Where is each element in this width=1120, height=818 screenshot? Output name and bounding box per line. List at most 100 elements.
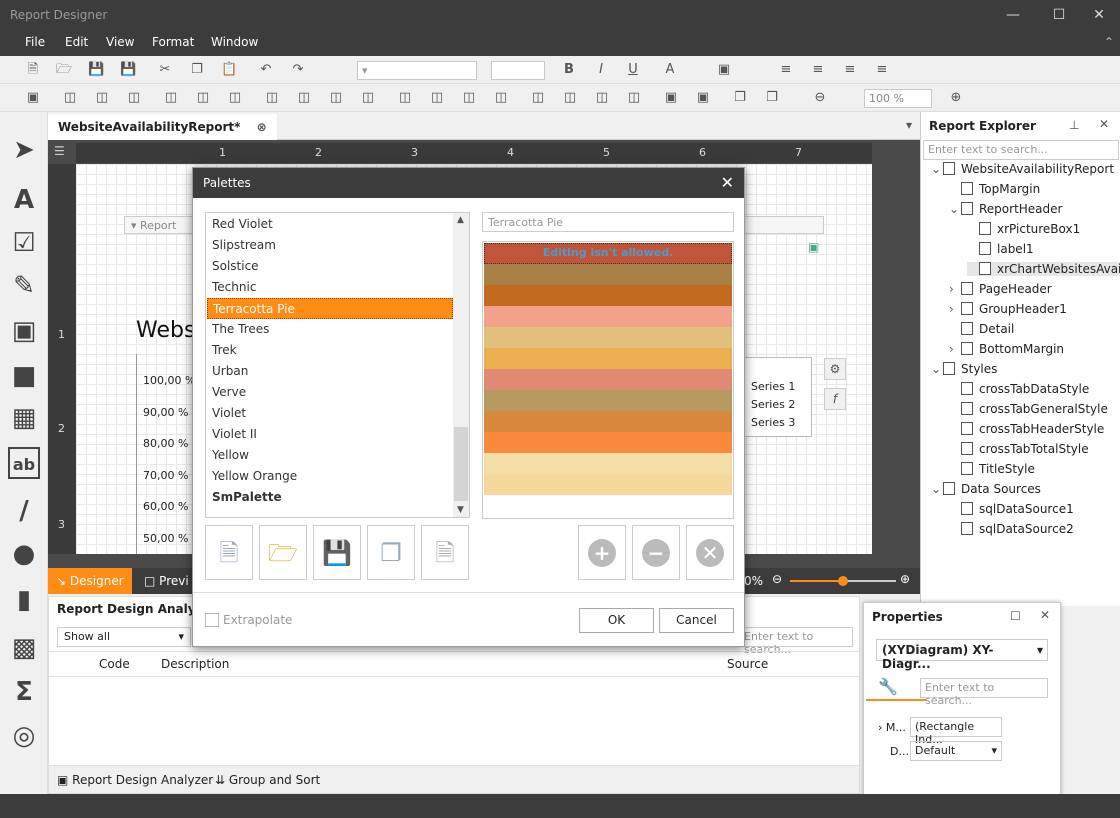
tab-designer[interactable]: ↘ Designer <box>48 568 132 594</box>
save-icon[interactable]: 💾 <box>88 62 104 78</box>
align-bottoms-icon[interactable]: ◫ <box>227 90 243 106</box>
new-icon[interactable]: 🗎 <box>25 62 41 78</box>
component-selector[interactable]: (XYDiagram) XY-Diagr... ▾ <box>876 639 1048 671</box>
send-to-back-icon[interactable]: ❐ <box>764 90 780 106</box>
font-name-combo[interactable]: ▾ <box>357 61 477 80</box>
document-tab[interactable]: WebsiteAvailabilityReport* ⊗ <box>48 114 277 140</box>
tree-item[interactable]: ⌄ Data Sources <box>931 482 1041 496</box>
menu-edit[interactable]: Edit <box>65 35 88 49</box>
open-icon[interactable]: 🗁 <box>56 62 72 78</box>
minimize-button[interactable]: — <box>990 0 1036 30</box>
chart-tool-icon[interactable]: ▩ <box>8 632 40 664</box>
expander-icon[interactable]: › <box>949 302 961 316</box>
report-title-label[interactable]: Webs <box>136 318 195 343</box>
palette-list[interactable]: ▲ ▼ Red Violet Slipstream Solstice Technic T… <box>205 212 470 518</box>
color-swatch[interactable] <box>484 327 732 348</box>
tree-item[interactable]: › PageHeader <box>949 282 1052 296</box>
copy-icon[interactable]: ❐ <box>189 62 205 78</box>
close-properties-icon[interactable]: ✕ <box>1040 608 1050 622</box>
tree-item[interactable]: crossTabGeneralStyle <box>949 402 1108 416</box>
panel-tool-icon[interactable]: ■ <box>8 360 40 392</box>
palette-list-item[interactable]: SmPalette <box>207 487 453 508</box>
color-swatch[interactable] <box>484 285 732 306</box>
tree-item[interactable]: label1 <box>967 242 1034 256</box>
property-value[interactable]: (Rectangle Ind... <box>910 717 1002 746</box>
align-tops-icon[interactable]: ◫ <box>163 90 179 106</box>
smart-tag-gear-icon[interactable]: ⚙ <box>824 358 846 380</box>
palette-list-item[interactable]: Yellow <box>207 445 453 466</box>
open-palette-button[interactable]: 🗁 <box>259 525 307 580</box>
copy-palette-button[interactable]: ❐ <box>367 525 415 580</box>
v-spacing-dec-icon[interactable]: ◫ <box>594 90 610 106</box>
tab-list-chevron-icon[interactable]: ▾ <box>906 118 912 132</box>
expander-icon[interactable]: › <box>949 342 961 356</box>
align-rights-icon[interactable]: ◫ <box>126 90 142 106</box>
center-vert-icon[interactable]: ▣ <box>695 90 711 106</box>
palette-list-scrollbar[interactable]: ▲ ▼ <box>453 213 469 517</box>
pin-icon[interactable]: ⊥ <box>1069 118 1079 132</box>
palette-list-item[interactable]: Slipstream <box>207 235 453 256</box>
expander-icon[interactable]: ⌄ <box>931 162 943 176</box>
color-swatch[interactable] <box>484 390 732 411</box>
zoom-minus-icon[interactable]: ⊖ <box>772 572 782 586</box>
tree-item[interactable]: sqlDataSource2 <box>949 522 1074 536</box>
bold-icon[interactable]: B <box>561 62 577 78</box>
underline-icon[interactable]: U <box>625 62 641 78</box>
paste-icon[interactable]: 📋 <box>221 62 237 78</box>
palette-list-item[interactable]: Violet <box>207 403 453 424</box>
picture-box-icon[interactable]: ▣ <box>808 240 819 254</box>
tree-item[interactable]: crossTabHeaderStyle <box>949 422 1104 436</box>
tree-item[interactable]: Detail <box>949 322 1014 336</box>
palette-list-item[interactable]: Verve <box>207 382 453 403</box>
analyzer-search-input[interactable]: Enter text to search... <box>737 627 853 656</box>
align-centers-icon[interactable]: ◫ <box>94 90 110 106</box>
column-description[interactable]: Description <box>161 657 229 671</box>
v-spacing-icon[interactable]: ◫ <box>530 90 546 106</box>
table-tool-icon[interactable]: ▦ <box>8 402 40 434</box>
close-window-button[interactable]: ✕ <box>1076 0 1120 30</box>
h-spacing-remove-icon[interactable]: ◫ <box>493 90 509 106</box>
new-palette-button[interactable]: 🗎 <box>205 525 253 580</box>
zoom-combo[interactable]: 100 % <box>864 89 932 108</box>
color-swatch[interactable] <box>484 369 732 390</box>
richtext-tool-icon[interactable]: ✎ <box>8 270 40 302</box>
color-swatch[interactable] <box>484 411 732 432</box>
expression-icon[interactable]: f <box>824 388 846 410</box>
same-height-icon[interactable]: ◫ <box>296 90 312 106</box>
zoom-slider[interactable] <box>790 576 896 586</box>
align-center-icon[interactable]: ≡ <box>810 62 826 78</box>
palette-list-item[interactable]: Yellow Orange <box>207 466 453 487</box>
italic-icon[interactable]: I <box>593 62 609 78</box>
color-swatch[interactable] <box>484 264 732 285</box>
shape-tool-icon[interactable]: ● <box>8 538 40 570</box>
ok-button[interactable]: OK <box>579 608 654 633</box>
close-panel-icon[interactable]: ✕ <box>1099 117 1109 131</box>
palette-list-item[interactable]: Trek <box>207 340 453 361</box>
zoom-plus-icon[interactable]: ⊕ <box>900 572 910 586</box>
tree-item[interactable]: ⌄ Styles <box>931 362 997 376</box>
character-comb-icon[interactable]: ab <box>8 447 40 479</box>
tree-item[interactable]: TitleStyle <box>949 462 1035 476</box>
properties-search-input[interactable]: Enter text to search... <box>920 678 1048 707</box>
size-to-grid-icon[interactable]: ◫ <box>328 90 344 106</box>
extrapolate-checkbox[interactable]: Extrapolate <box>205 613 292 627</box>
explorer-search-input[interactable]: Enter text to search... <box>923 140 1119 160</box>
gauge-tool-icon[interactable]: ◎ <box>8 720 40 752</box>
save-palette-button[interactable]: 💾 <box>313 525 361 580</box>
back-color-icon[interactable]: ▣ <box>716 62 732 78</box>
dialog-close-icon[interactable]: ✕ <box>721 173 734 192</box>
palette-list-item[interactable]: Solstice <box>207 256 453 277</box>
save-all-icon[interactable]: 💾 <box>120 62 136 78</box>
clear-colors-button[interactable]: ✕ <box>686 525 734 580</box>
tree-item[interactable]: xrPictureBox1 <box>967 222 1080 236</box>
summary-tool-icon[interactable]: Σ <box>8 676 40 708</box>
palette-name-field[interactable]: Terracotta Pie <box>482 212 734 232</box>
palette-list-item[interactable]: Red Violet <box>207 214 453 235</box>
scroll-down-icon[interactable]: ▼ <box>457 505 464 515</box>
color-swatch[interactable] <box>484 474 732 495</box>
tab-preview[interactable]: □ Previ <box>136 568 197 594</box>
delete-palette-button[interactable]: 🗎 <box>421 525 469 580</box>
tree-item[interactable]: crossTabDataStyle <box>949 382 1089 396</box>
barcode-tool-icon[interactable]: ▮ <box>8 584 40 616</box>
menu-view[interactable]: View <box>106 35 134 49</box>
